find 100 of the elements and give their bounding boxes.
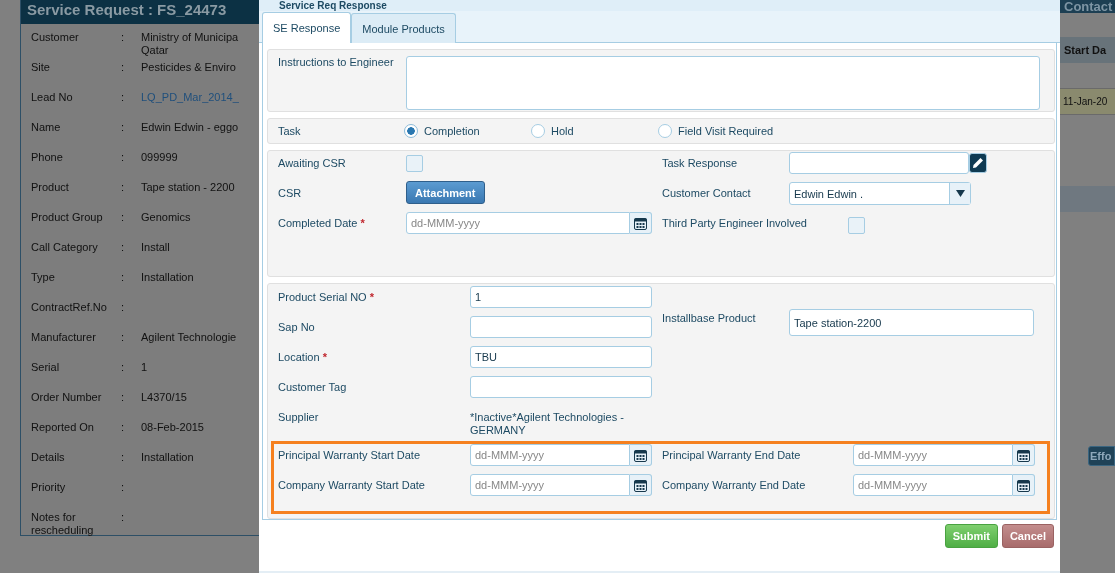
detail-label: Product Group (31, 211, 104, 224)
checkbox[interactable] (406, 155, 423, 173)
detail-value: Pesticides & Enviro (141, 61, 236, 74)
detail-value: Ministry of Municipa (141, 31, 239, 44)
field-label: Principal Warranty End Date (662, 449, 802, 462)
separator-colon: : (121, 451, 126, 463)
radio-button[interactable] (531, 124, 545, 139)
input-field[interactable]: Tape station-2200 (789, 309, 1034, 336)
field-label: Completed Date * (278, 217, 366, 231)
field-label: Customer Contact (662, 187, 752, 201)
supplier-value: *Inactive*Agilent Technologies - GERMANY (470, 411, 625, 437)
input-field[interactable]: TBU (470, 346, 652, 368)
calendar-button[interactable] (1013, 444, 1035, 466)
separator-colon: : (121, 31, 126, 43)
instructions-field[interactable] (406, 56, 1040, 110)
contact-button[interactable]: Contact (1060, 0, 1115, 13)
separator-colon: : (121, 481, 126, 493)
calendar-icon (634, 448, 647, 462)
detail-value: 099999 (141, 151, 178, 164)
checkbox[interactable] (847, 217, 865, 235)
detail-label: Notes for rescheduling (31, 511, 95, 537)
detail-label: Priority (31, 481, 67, 494)
detail-label: Manufacturer (31, 331, 97, 344)
input-field[interactable] (470, 316, 652, 338)
field-label: Task (278, 124, 302, 138)
detail-label: Call Category (31, 241, 99, 254)
date-field[interactable]: dd-MMM-yyyy (406, 212, 630, 235)
detail-label: Order Number (31, 391, 103, 404)
date-field[interactable]: dd-MMM-yyyy (853, 444, 1013, 466)
field-label: Instructions to Engineer (278, 56, 395, 70)
calendar-icon (1017, 448, 1030, 462)
field-label: Company Warranty Start Date (278, 479, 426, 492)
detail-label: Serial (31, 361, 61, 374)
radio-label: Field Visit Required (678, 124, 774, 138)
field-label: Company Warranty End Date (662, 479, 807, 492)
separator-colon: : (121, 121, 126, 133)
field-label: Third Party Engineer Involved (662, 217, 807, 231)
detail-value: Qatar (141, 44, 170, 57)
separator-colon: : (121, 361, 126, 373)
radio-button[interactable] (404, 124, 418, 139)
field-label: Supplier (278, 411, 320, 424)
field-label: CSR (278, 187, 303, 201)
input-field[interactable] (470, 376, 652, 398)
field-label: Location * (278, 351, 328, 364)
field-label: Sap No (278, 321, 316, 334)
calendar-button[interactable] (630, 444, 652, 466)
detail-label: Type (31, 271, 56, 284)
detail-value: Installation (141, 451, 194, 464)
detail-label: Product (31, 181, 70, 194)
tab[interactable]: Module Products (351, 13, 456, 43)
table-footer-bar (1060, 186, 1115, 212)
panel-title: Service Request : FS_24473 (21, 0, 259, 24)
detail-label: Details (31, 451, 66, 464)
contact-select[interactable]: Edwin Edwin . (789, 182, 971, 206)
detail-value: Edwin Edwin - eggo (141, 121, 239, 134)
calendar-button[interactable] (630, 212, 652, 235)
detail-value: Agilent Technologie (141, 331, 237, 344)
caret-icon (955, 190, 965, 198)
calendar-icon (1017, 478, 1030, 492)
date-field[interactable]: dd-MMM-yyyy (470, 474, 630, 496)
field-label: Principal Warranty Start Date (278, 449, 422, 462)
tab[interactable]: SE Response (262, 12, 352, 43)
separator-colon: : (121, 511, 126, 523)
date-field[interactable]: dd-MMM-yyyy (470, 444, 630, 466)
separator-colon: : (121, 151, 126, 163)
table-cell: 11-Jan-20 (1060, 89, 1115, 115)
calendar-icon (634, 478, 647, 492)
dialog-title: Service Req Response (279, 0, 387, 11)
field-label: Product Serial NO * (278, 291, 375, 304)
radio-button[interactable] (658, 124, 672, 139)
attachment-button[interactable]: Attachment (406, 181, 485, 205)
detail-label: Phone (31, 151, 64, 164)
separator-colon: : (121, 271, 126, 283)
column-header: Start Da (1060, 37, 1115, 63)
separator-colon: : (121, 61, 126, 73)
field-label: Task Response (662, 157, 739, 171)
calendar-button[interactable] (1013, 474, 1035, 496)
separator-colon: : (121, 331, 126, 343)
field-label: Customer Tag (278, 381, 348, 394)
detail-label: Customer (31, 31, 80, 44)
task-response-field[interactable] (789, 152, 969, 175)
field-label: Awaiting CSR (278, 157, 347, 171)
edit-button[interactable] (969, 153, 987, 174)
radio-label: Hold (551, 124, 574, 138)
detail-value: Genomics (141, 211, 191, 224)
effort-button[interactable]: Effo (1088, 446, 1115, 466)
detail-value: L4370/15 (141, 391, 187, 404)
detail-value: Install (141, 241, 170, 254)
detail-label: ContractRef.No (31, 301, 108, 314)
separator-colon: : (121, 211, 126, 223)
detail-value: 08-Feb-2015 (141, 421, 204, 434)
separator-colon: : (121, 181, 126, 193)
input-field[interactable]: 1 (470, 286, 652, 308)
separator-colon: : (121, 301, 126, 313)
radio-label: Completion (424, 124, 480, 138)
detail-label: Reported On (31, 421, 95, 434)
date-field[interactable]: dd-MMM-yyyy (853, 474, 1013, 496)
calendar-icon (634, 216, 647, 230)
calendar-button[interactable] (630, 474, 652, 496)
detail-label: Site (31, 61, 51, 74)
